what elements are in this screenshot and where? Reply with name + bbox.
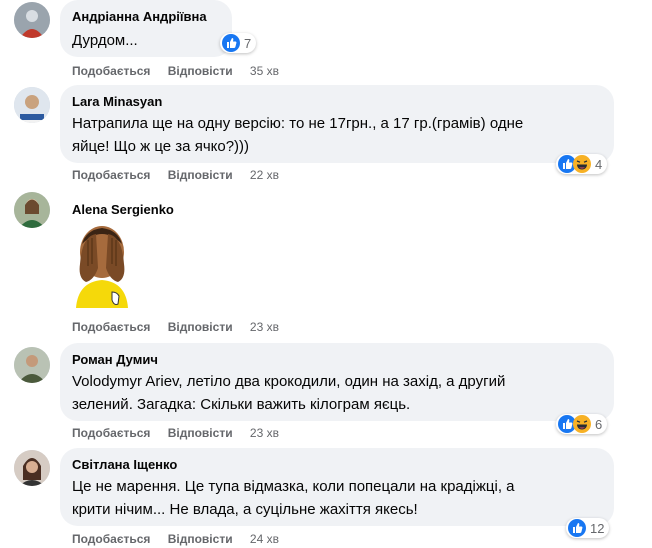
haha-icon (573, 415, 591, 433)
avatar[interactable] (14, 450, 50, 486)
comment-time[interactable]: 22 хв (250, 168, 279, 182)
comment-time[interactable]: 23 хв (250, 426, 279, 440)
reaction-summary[interactable]: 7 (220, 33, 257, 53)
comment-text: Дурдом... (72, 32, 138, 49)
like-button[interactable]: Подобається (72, 320, 150, 334)
comment-author[interactable]: Андріанна Андріївна (72, 8, 220, 25)
comment-time[interactable]: 24 хв (250, 532, 279, 546)
reaction-summary[interactable]: 12 (566, 518, 610, 538)
comment-time[interactable]: 23 хв (250, 320, 279, 334)
avatar[interactable] (14, 192, 50, 228)
comment-bubble: Андріанна Андріївна Дурдом... (60, 0, 232, 57)
reaction-count: 6 (595, 416, 603, 432)
comment-author[interactable]: Alena Sergienko (72, 201, 174, 218)
like-button[interactable]: Подобається (72, 426, 150, 440)
comment-text: крити нічим... Не влада, а суцільне жахі… (72, 501, 418, 518)
like-button[interactable]: Подобається (72, 64, 150, 78)
reaction-count: 7 (244, 35, 252, 51)
comment-author[interactable]: Lara Minasyan (72, 93, 602, 110)
comment-text: яйце! Що ж це за ячко?))) (72, 138, 250, 155)
avatar[interactable] (14, 347, 50, 383)
comment-text: Це не марення. Це тупа відмазка, коли по… (72, 478, 515, 495)
covering-face-sticker (72, 224, 132, 313)
comment-bubble: Світлана Іщенко Це не марення. Це тупа в… (60, 448, 614, 526)
comment-bubble: Роман Думич Volodymyr Ariev, летіло два … (60, 343, 614, 421)
reaction-summary[interactable]: 4 (556, 154, 608, 174)
reply-button[interactable]: Відповісти (168, 426, 233, 440)
comment-text: Натрапила ще на одну версію: то не 17грн… (72, 115, 524, 132)
comment-actions: Подобається Відповісти 23 хв (72, 426, 279, 440)
comment-actions: Подобається Відповісти 23 хв (72, 320, 279, 334)
comment-bubble: Lara Minasyan Натрапила ще на одну версі… (60, 85, 614, 163)
like-button[interactable]: Подобається (72, 532, 150, 546)
comment-actions: Подобається Відповісти 22 хв (72, 168, 279, 182)
reaction-count: 4 (595, 156, 603, 172)
comment-actions: Подобається Відповісти 35 хв (72, 64, 279, 78)
reply-button[interactable]: Відповісти (168, 168, 233, 182)
haha-icon (573, 155, 591, 173)
reply-button[interactable]: Відповісти (168, 320, 233, 334)
comment-text: Volodymyr Ariev, летіло два крокодили, о… (72, 373, 506, 390)
like-icon (568, 519, 586, 537)
reaction-summary[interactable]: 6 (556, 414, 608, 434)
comment-time[interactable]: 35 хв (250, 64, 279, 78)
avatar[interactable] (14, 2, 50, 38)
reply-button[interactable]: Відповісти (168, 532, 233, 546)
comment-text: зелений. Загадка: Скільки важить кілогра… (72, 396, 411, 413)
reaction-count: 12 (590, 520, 605, 536)
reply-button[interactable]: Відповісти (168, 64, 233, 78)
comment-author[interactable]: Роман Думич (72, 351, 602, 368)
like-icon (222, 34, 240, 52)
avatar[interactable] (14, 87, 50, 123)
comment-actions: Подобається Відповісти 24 хв (72, 532, 279, 546)
comment-author[interactable]: Світлана Іщенко (72, 456, 602, 473)
like-button[interactable]: Подобається (72, 168, 150, 182)
